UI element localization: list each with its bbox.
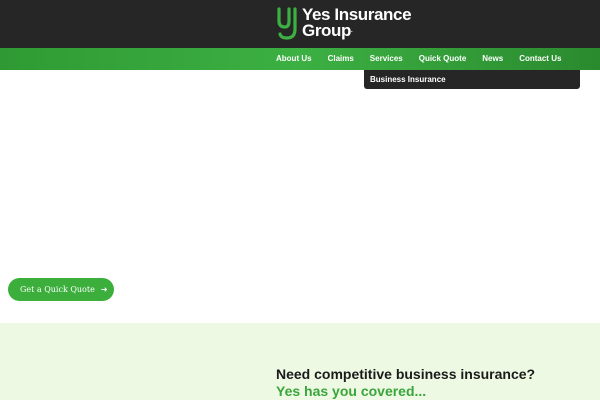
nav-item-services[interactable]: Services bbox=[362, 48, 411, 70]
section-subline: Yes has you covered... bbox=[276, 383, 427, 399]
arrow-right-icon: ➜ bbox=[100, 285, 108, 294]
header-bar: Yes Insurance Group. bbox=[0, 0, 600, 48]
quick-quote-button[interactable]: Get a Quick Quote ➜ bbox=[8, 278, 114, 301]
logo-line-2-text: Group bbox=[302, 21, 351, 40]
main-nav-bar: About Us Claims Services Quick Quote New… bbox=[0, 48, 600, 70]
section-headline: Need competitive business insurance? bbox=[276, 366, 536, 382]
nav-item-news[interactable]: News bbox=[474, 48, 511, 70]
intro-section: Need competitive business insurance? Yes… bbox=[0, 323, 600, 400]
main-nav: About Us Claims Services Quick Quote New… bbox=[268, 48, 569, 70]
yg-monogram-icon bbox=[277, 7, 297, 40]
nav-item-contact-us[interactable]: Contact Us bbox=[511, 48, 569, 70]
nav-item-about-us[interactable]: About Us bbox=[268, 48, 320, 70]
logo-line-2: Group. bbox=[302, 21, 411, 40]
nav-item-claims[interactable]: Claims bbox=[320, 48, 362, 70]
services-dropdown: Business Insurance bbox=[364, 70, 580, 89]
dropdown-item-business-insurance[interactable]: Business Insurance bbox=[364, 70, 580, 89]
site-logo[interactable]: Yes Insurance Group. bbox=[276, 6, 412, 41]
nav-item-quick-quote[interactable]: Quick Quote bbox=[411, 48, 475, 70]
quick-quote-button-label: Get a Quick Quote bbox=[20, 285, 95, 294]
logo-trademark: . bbox=[351, 28, 353, 34]
logo-text: Yes Insurance Group. bbox=[302, 6, 412, 40]
